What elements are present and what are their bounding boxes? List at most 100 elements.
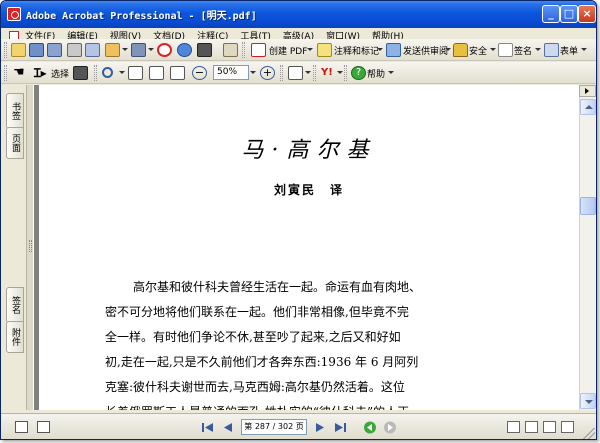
document-body: 高尔基和彼什科夫曾经生活在一起。命运有血有肉地、 密不可分地将他们联系在一起。他… <box>105 275 497 410</box>
forward-icon[interactable] <box>383 421 397 434</box>
document-info-icon[interactable] <box>37 421 50 433</box>
actual-size-icon[interactable] <box>128 66 143 80</box>
toolbar-grip[interactable] <box>313 65 316 81</box>
pdf-page[interactable]: 马·高尔基 刘寅民 译 高尔基和彼什科夫曾经生活在一起。命运有血有肉地、 密不可… <box>39 85 579 410</box>
document-title: 马·高尔基 <box>241 138 377 163</box>
snapshot-icon[interactable] <box>73 66 88 80</box>
binoculars-icon[interactable] <box>197 43 212 57</box>
search-web-icon[interactable] <box>177 43 192 57</box>
stamp-icon[interactable] <box>157 43 172 57</box>
sign-dropdown-icon[interactable] <box>535 48 541 51</box>
security-dropdown-icon[interactable] <box>490 48 496 51</box>
yahoo-dropdown-icon[interactable] <box>337 71 343 74</box>
send-review-dropdown-icon[interactable] <box>445 48 451 51</box>
single-page-layout-icon[interactable] <box>507 421 520 433</box>
zoom-level-dropdown-icon[interactable] <box>250 71 256 74</box>
back-icon[interactable] <box>363 421 377 434</box>
splitter-grip-icon[interactable] <box>29 240 32 252</box>
organizer-icon[interactable] <box>85 43 100 57</box>
send-review-icon[interactable] <box>386 43 401 57</box>
send-review-button[interactable]: 发送供审阅 <box>403 44 448 57</box>
email-icon[interactable] <box>29 43 44 57</box>
zoom-out-icon[interactable]: − <box>192 66 207 80</box>
tab-pages[interactable]: 页面 <box>6 127 24 159</box>
body-line: 全一样。有时他们争论不休,甚至吵了起来,之后又和好如 <box>105 330 401 344</box>
create-pdf-icon[interactable] <box>251 43 266 57</box>
document-translator: 刘寅民 译 <box>273 183 344 197</box>
status-bar: 第 287 / 302 页 <box>1 413 596 439</box>
zoom-in-icon[interactable]: + <box>260 66 275 80</box>
toolbar-grip[interactable] <box>344 65 347 81</box>
zoom-level-input[interactable]: 50% <box>213 65 249 80</box>
lock-icon[interactable] <box>453 43 468 57</box>
pane-splitter[interactable] <box>26 85 34 410</box>
hand-icon[interactable]: ☚ <box>13 66 28 80</box>
window-title: Adobe Acrobat Professional - [明天.pdf] <box>26 11 257 22</box>
toolbar-grip[interactable] <box>242 42 245 58</box>
zoom-icon[interactable] <box>102 67 113 78</box>
print-icon[interactable] <box>67 43 82 57</box>
select-tool-button[interactable]: 选择 <box>51 67 69 80</box>
toolbar-grip[interactable] <box>280 65 283 81</box>
lock-tool-icon[interactable] <box>223 43 238 57</box>
tab-signatures[interactable]: 签名 <box>6 287 24 323</box>
form-icon[interactable] <box>544 43 559 57</box>
security-button[interactable]: 安全 <box>469 44 487 57</box>
continuous-layout-icon[interactable] <box>525 421 538 433</box>
attach-dropdown-icon[interactable] <box>122 48 128 51</box>
toolbar-view: ☚ Ɪ▸ 选择 − 50% + Y! ? 帮助 <box>1 62 596 84</box>
resize-grip-icon[interactable] <box>583 428 595 439</box>
minimize-button[interactable]: _ <box>542 5 560 23</box>
navigation-pane: 书签 页面 签名 附件 <box>4 85 26 410</box>
fit-width-icon[interactable] <box>170 66 185 80</box>
attach-icon[interactable] <box>105 43 120 57</box>
maximize-button[interactable]: □ <box>560 5 578 23</box>
paperclip-dropdown-icon[interactable] <box>148 48 154 51</box>
forms-dropdown-icon[interactable] <box>581 48 587 51</box>
select-text-icon[interactable]: Ɪ▸ <box>34 66 49 80</box>
open-icon[interactable] <box>11 43 26 57</box>
continuous-facing-layout-icon[interactable] <box>561 421 574 433</box>
comment-markup-button[interactable]: 注释和标记 <box>334 44 379 57</box>
vertical-scrollbar[interactable] <box>579 85 596 410</box>
acrobat-app-icon[interactable] <box>7 7 21 21</box>
body-line: 长着俄罗斯工人最普通的面孔,姓朴实的“彼什科夫”的人正 <box>105 400 497 410</box>
show-panel-icon[interactable] <box>579 85 596 97</box>
close-button[interactable]: × <box>578 5 596 23</box>
next-page-icon[interactable] <box>313 421 327 434</box>
scroll-thumb[interactable] <box>580 197 596 215</box>
scroll-up-icon[interactable] <box>580 99 596 115</box>
paperclip-icon[interactable] <box>131 43 146 57</box>
prev-page-icon[interactable] <box>221 421 235 434</box>
create-pdf-button[interactable]: 创建 PDF <box>269 44 307 57</box>
zoom-dropdown-icon[interactable] <box>119 71 125 74</box>
last-page-icon[interactable] <box>333 421 347 434</box>
rotate-dropdown-icon[interactable] <box>305 71 311 74</box>
fit-page-icon[interactable] <box>149 66 164 80</box>
toolbar-grip[interactable] <box>94 65 97 81</box>
help-button[interactable]: 帮助 <box>367 67 385 80</box>
yahoo-icon[interactable]: Y! <box>321 66 336 80</box>
page-thumbnail-icon[interactable] <box>15 421 28 433</box>
help-icon[interactable]: ? <box>351 66 366 80</box>
comment-icon[interactable] <box>317 43 332 57</box>
scroll-down-icon[interactable] <box>580 393 596 409</box>
create-pdf-dropdown-icon[interactable] <box>307 48 313 51</box>
toolbar-grip[interactable] <box>4 65 7 81</box>
sign-button[interactable]: 签名 <box>514 44 532 57</box>
help-dropdown-icon[interactable] <box>388 71 394 74</box>
save-icon[interactable] <box>47 43 62 57</box>
first-page-icon[interactable] <box>201 421 215 434</box>
document-view[interactable]: 马·高尔基 刘寅民 译 高尔基和彼什科夫曾经生活在一起。命运有血有肉地、 密不可… <box>34 85 579 410</box>
toolbar-file: 创建 PDF 注释和标记 发送供审阅 安全 签名 表单 <box>1 39 596 61</box>
comment-dropdown-icon[interactable] <box>377 48 383 51</box>
toolbar-grip[interactable] <box>4 42 7 58</box>
tab-attachments[interactable]: 附件 <box>6 321 24 353</box>
facing-layout-icon[interactable] <box>543 421 556 433</box>
pen-icon[interactable] <box>498 43 513 57</box>
body-line: 密不可分地将他们联系在一起。他们非常相像,但毕竟不完 <box>105 305 409 319</box>
tab-bookmarks[interactable]: 书签 <box>6 93 24 129</box>
rotate-view-icon[interactable] <box>288 66 303 80</box>
page-number-field[interactable]: 第 287 / 302 页 <box>241 419 307 435</box>
forms-button[interactable]: 表单 <box>560 44 578 57</box>
